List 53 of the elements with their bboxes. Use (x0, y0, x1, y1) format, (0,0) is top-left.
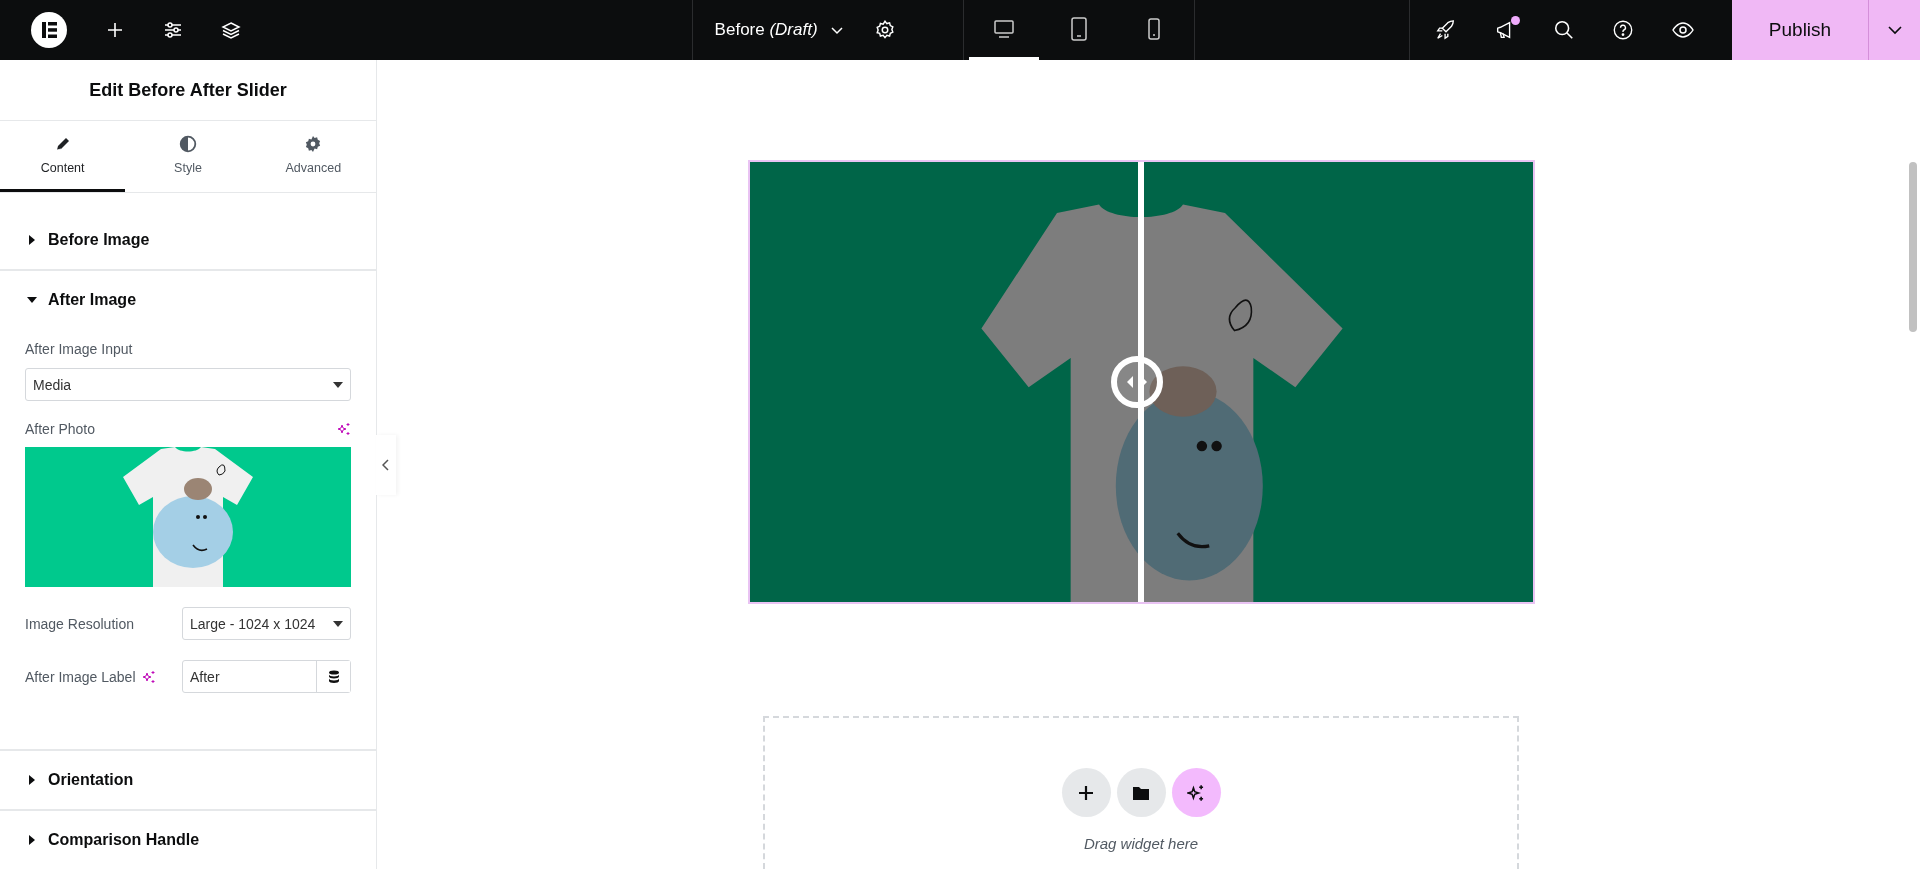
dynamic-tags-button[interactable] (316, 661, 350, 692)
sparkle-icon[interactable] (141, 669, 156, 684)
caret-icon (333, 620, 343, 627)
section-header[interactable]: Orientation (0, 751, 376, 809)
section-header[interactable]: Comparison Handle (0, 811, 376, 869)
folder-icon (1132, 784, 1150, 801)
field-label: After Image Label (25, 668, 136, 685)
tablet-icon (1069, 16, 1088, 41)
before-after-slider[interactable] (747, 160, 1535, 604)
caret-icon (28, 835, 36, 845)
search-icon[interactable] (1553, 19, 1575, 41)
section-header[interactable]: After Image (0, 271, 376, 329)
eye-icon[interactable] (1671, 19, 1695, 41)
e-logo-icon[interactable] (31, 12, 67, 48)
field-label: Image Resolution (25, 615, 134, 632)
chevron-left-icon (382, 459, 390, 471)
field-label: After Photo (25, 421, 96, 437)
panel-tab[interactable]: Style (125, 121, 251, 192)
panel-tab[interactable]: Advanced (250, 121, 376, 192)
desktop-icon (992, 18, 1015, 39)
settings-icon[interactable] (873, 19, 896, 41)
caret-icon (28, 775, 36, 785)
select-field[interactable]: Large - 1024 x 1024 (182, 607, 351, 640)
publish-button[interactable]: Publish (1732, 0, 1868, 60)
add-button[interactable] (1061, 768, 1111, 817)
database-icon (327, 669, 340, 684)
plus-icon[interactable] (105, 20, 125, 40)
select-field[interactable]: Media (25, 368, 351, 401)
caret-icon (27, 296, 37, 304)
field-label: After Image Input (25, 341, 133, 357)
text-input[interactable]: After (183, 661, 316, 692)
help-icon[interactable] (1612, 19, 1634, 41)
caret-icon (333, 381, 343, 388)
caret-icon (28, 235, 36, 245)
text-field[interactable]: After (182, 660, 351, 693)
half-circle-icon (179, 135, 197, 153)
drop-hint: Drag widget here (1083, 835, 1199, 852)
template-folder-button[interactable] (1116, 768, 1166, 817)
sparkle-icon[interactable] (337, 422, 351, 436)
left-right-arrows-icon (1125, 375, 1149, 389)
layers-icon[interactable] (221, 20, 241, 40)
sliders-icon[interactable] (163, 20, 183, 40)
gear-icon (304, 135, 323, 153)
panel-title: Edit Before After Slider (89, 79, 287, 101)
ai-sparkle-button[interactable] (1171, 768, 1221, 817)
rocket-icon[interactable] (1435, 19, 1457, 41)
section-header[interactable]: Before Image (0, 211, 376, 269)
comparison-handle[interactable] (1111, 356, 1163, 408)
plus-icon (1078, 784, 1094, 801)
document-title-dropdown[interactable]: Before (Draft) (714, 20, 844, 40)
sparkle-icon (1187, 783, 1205, 802)
mobile-phone-icon (1146, 17, 1161, 40)
panel-tab[interactable]: Content (0, 121, 126, 192)
